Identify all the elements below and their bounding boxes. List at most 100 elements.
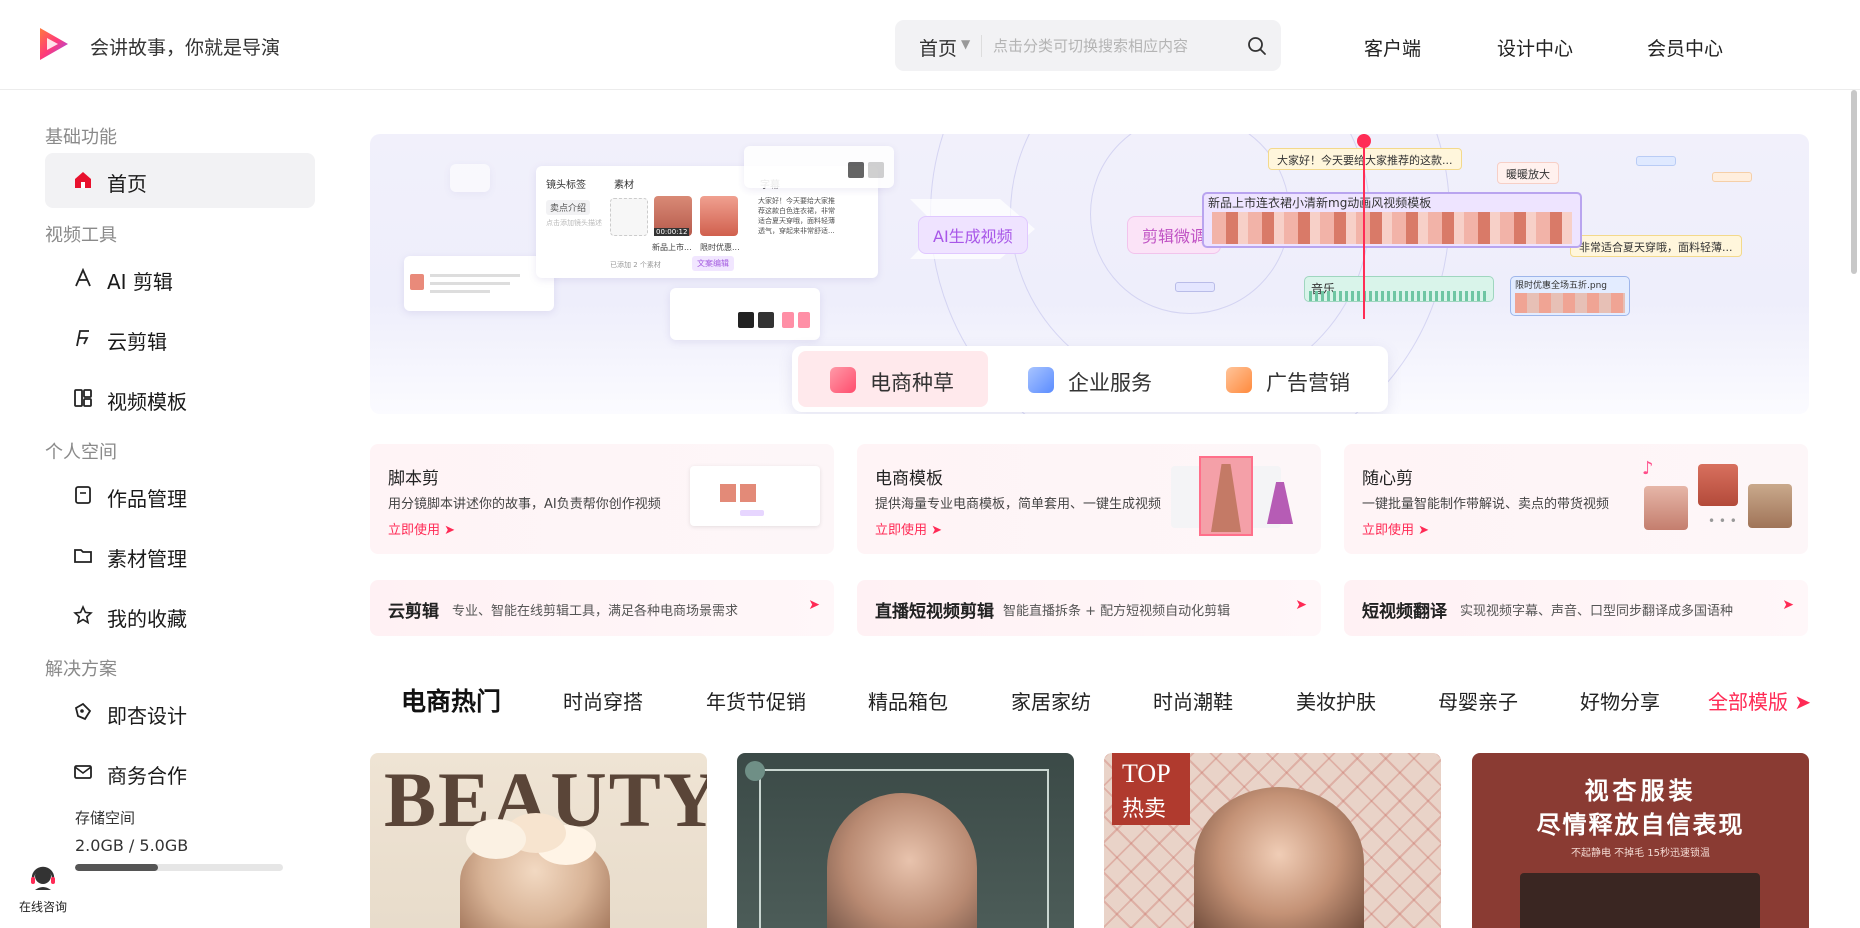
video-frames-strip: [1212, 212, 1572, 244]
category-tab-hot[interactable]: 电商热门: [401, 682, 501, 718]
video-track: 新品上市连衣裙小清新mg动画风视频模板: [1202, 192, 1582, 248]
search-input[interactable]: [993, 32, 1223, 60]
template-tagline: 不起静电 不掉毛 15秒迅速锁温: [1570, 848, 1711, 859]
thumbnail: [738, 312, 754, 328]
search-bar[interactable]: 首页 ▼: [895, 20, 1281, 71]
tool-desc: 实现视频字幕、声音、口型同步翻译成多国语种: [1460, 604, 1734, 619]
sidebar-item-label: 首页: [107, 172, 147, 196]
ad-icon: [1226, 367, 1252, 393]
caret-down-icon[interactable]: ▼: [961, 37, 970, 51]
category-tab[interactable]: 母婴亲子: [1438, 686, 1518, 715]
editor-preview-card: [744, 146, 894, 188]
column-header: 素材: [614, 180, 634, 191]
sidebar-item-assets[interactable]: 素材管理: [45, 528, 315, 583]
sidebar-item-cloud-edit[interactable]: 云剪辑: [45, 311, 315, 366]
all-templates-link[interactable]: 全部模版 ➤: [1708, 686, 1811, 715]
thumbnail: [782, 312, 794, 328]
tab-advertising[interactable]: 广告营销: [1194, 351, 1384, 407]
logo-icon[interactable]: [34, 24, 74, 64]
sidebar-item-label: 素材管理: [107, 547, 187, 571]
dress-shape: [1211, 464, 1241, 532]
tool-card-live-clip[interactable]: 直播短视频剪辑 智能直播拆条 + 配方短视频自动化剪辑 ➤: [857, 580, 1321, 636]
text-line: [430, 282, 510, 285]
asset-thumbnail: [700, 196, 738, 236]
video-thumbnail: [1748, 484, 1792, 528]
sidebar-item-favorites[interactable]: 我的收藏: [45, 588, 315, 643]
storage-progress-fill: [75, 864, 159, 871]
category-tab[interactable]: 年货节促销: [706, 686, 806, 715]
site-slogan: 会讲故事，你就是导演: [90, 37, 281, 59]
tab-ecommerce[interactable]: 电商种草: [798, 351, 988, 407]
category-tab[interactable]: 精品箱包: [868, 686, 948, 715]
ai-edit-icon: [75, 268, 91, 287]
nav-client[interactable]: 客户端: [1364, 34, 1421, 61]
badge-text: TOP: [1122, 759, 1171, 788]
search-category-select[interactable]: 首页: [919, 34, 957, 61]
thumbnail: [740, 484, 756, 502]
storage-progress: [75, 864, 283, 871]
online-consult-button[interactable]: 在线咨询: [16, 864, 70, 915]
search-icon[interactable]: [1247, 36, 1267, 56]
thumbnail: [758, 312, 774, 328]
template-photo: [1194, 787, 1364, 928]
category-tab[interactable]: 时尚穿搭: [563, 686, 643, 715]
use-now-link[interactable]: 立即使用 ➤: [875, 519, 942, 538]
sidebar-item-business[interactable]: 商务合作: [45, 745, 315, 800]
sidebar-item-home[interactable]: 首页: [45, 153, 315, 208]
feature-card-script[interactable]: 脚本剪 用分镜脚本讲述你的故事，AI负责帮你创作视频 立即使用 ➤: [370, 444, 834, 554]
tab-label: 广告营销: [1266, 371, 1350, 395]
add-asset-slot: [610, 198, 648, 236]
sidebar-item-works[interactable]: 作品管理: [45, 468, 315, 523]
use-now-label: 立即使用: [1362, 523, 1415, 538]
sidebar-item-design[interactable]: 即杏设计: [45, 685, 315, 740]
sidebar-item-video-template[interactable]: 视频模板: [45, 371, 315, 426]
feature-desc: 一键批量智能制作带解说、卖点的带货视频: [1362, 497, 1610, 512]
thumbnail: [848, 162, 864, 178]
feature-card-ecommerce-template[interactable]: 电商模板 提供海量专业电商模板，简单套用、一键生成视频 立即使用 ➤: [857, 444, 1321, 554]
tag-dropdown: 卖点介绍: [546, 200, 591, 215]
thumbnail: [868, 162, 884, 178]
template-card[interactable]: 视杏服装 尽情释放自信表现 不起静电 不掉毛 15秒迅速锁温: [1472, 753, 1809, 928]
feature-card-free-edit[interactable]: 随心剪 一键批量智能制作带解说、卖点的带货视频 立即使用 ➤ ♪ • • •: [1344, 444, 1808, 554]
column-header: 镜头标签: [546, 180, 586, 191]
nav-member-center[interactable]: 会员中心: [1647, 34, 1723, 61]
sidebar-item-label: 我的收藏: [107, 607, 187, 631]
page-scrollbar[interactable]: [1851, 90, 1857, 274]
editor-preview-card: [404, 256, 554, 311]
tool-card-translate[interactable]: 短视频翻译 实现视频字幕、声音、口型同步翻译成多国语种 ➤: [1344, 580, 1808, 636]
category-tab[interactable]: 家居家纺: [1011, 686, 1091, 715]
tool-title: 短视频翻译: [1362, 602, 1447, 622]
template-card[interactable]: [737, 753, 1074, 928]
tool-card-cloud-edit[interactable]: 云剪辑 专业、智能在线剪辑工具，满足各种电商场景需求 ➤: [370, 580, 834, 636]
tool-title: 云剪辑: [388, 602, 439, 622]
template-card[interactable]: TOP 热卖: [1104, 753, 1441, 928]
flowers: [466, 819, 526, 859]
category-tab[interactable]: 时尚潮鞋: [1153, 686, 1233, 715]
tool-desc: 专业、智能在线剪辑工具，满足各种电商场景需求: [452, 604, 739, 619]
video-track-title: 新品上市连衣裙小清新mg动画风视频模板: [1208, 196, 1432, 210]
video-thumbnail: [1698, 464, 1738, 506]
tag: [740, 510, 764, 516]
sidebar-item-ai-edit[interactable]: AI 剪辑: [45, 251, 315, 306]
category-tab[interactable]: 美妆护肤: [1296, 686, 1376, 715]
category-tab[interactable]: 好物分享: [1580, 686, 1660, 715]
section-title-basic: 基础功能: [45, 127, 117, 148]
nav-design-center[interactable]: 设计中心: [1497, 34, 1573, 61]
use-now-label: 立即使用: [388, 523, 441, 538]
sidebar: 基础功能 首页 视频工具 AI 剪辑 云剪辑 视频模板 个人空间 作品管理 素材…: [0, 91, 340, 928]
text-line: [430, 274, 520, 277]
track-marker: [1636, 156, 1676, 166]
top-sale-badge: TOP 热卖: [1112, 753, 1190, 825]
sidebar-item-label: 商务合作: [107, 764, 187, 788]
template-card[interactable]: BEAUTY: [370, 753, 707, 928]
feature-title: 电商模板: [875, 469, 943, 489]
folder-icon: [74, 549, 92, 563]
track-marker: [1712, 172, 1752, 182]
tool-title: 直播短视频剪辑: [875, 602, 994, 622]
use-now-link[interactable]: 立即使用 ➤: [1362, 519, 1429, 538]
feature-desc: 用分镜脚本讲述你的故事，AI负责帮你创作视频: [388, 497, 661, 512]
use-now-link[interactable]: 立即使用 ➤: [388, 519, 455, 538]
tab-enterprise[interactable]: 企业服务: [996, 351, 1186, 407]
section-title-solutions: 解决方案: [45, 659, 117, 680]
thumbnail: [410, 274, 424, 290]
